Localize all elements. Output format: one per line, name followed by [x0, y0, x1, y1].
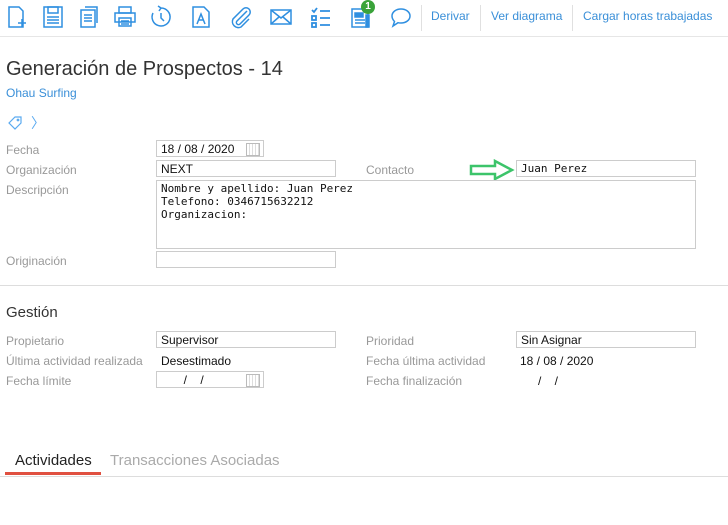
copy-icon[interactable] — [77, 5, 101, 29]
ultima-actividad-value: Desestimado — [161, 354, 232, 368]
section-divider — [0, 285, 728, 286]
ultima-actividad-label: Última actividad realizada — [6, 354, 143, 368]
propietario-label: Propietario — [6, 334, 65, 348]
prioridad-label: Prioridad — [366, 334, 415, 348]
comment-icon[interactable] — [389, 5, 413, 29]
fecha-label: Fecha — [6, 143, 40, 157]
derivar-link[interactable]: Derivar — [431, 9, 470, 23]
fecha-finalizacion-value: / / — [538, 374, 559, 388]
divider — [421, 5, 422, 31]
mail-icon[interactable] — [269, 5, 293, 29]
history-icon[interactable] — [149, 5, 173, 29]
fecha-value: 18 / 08 / 2020 — [161, 142, 235, 156]
toolbar-divider — [0, 36, 728, 37]
fecha-ultima-value: 18 / 08 / 2020 — [520, 354, 594, 368]
tag-icon[interactable] — [8, 116, 22, 130]
organizacion-input[interactable]: NEXT — [156, 160, 336, 177]
organization-link[interactable]: Ohau Surfing — [6, 86, 77, 100]
tab-transacciones-asociadas[interactable]: Transacciones Asociadas — [110, 452, 280, 469]
divider — [480, 5, 481, 31]
tab-actividades[interactable]: Actividades — [15, 452, 92, 469]
calendar-icon[interactable] — [246, 374, 260, 387]
cargar-horas-link[interactable]: Cargar horas trabajadas — [583, 9, 712, 23]
ver-diagrama-link[interactable]: Ver diagrama — [491, 9, 562, 23]
gestion-heading: Gestión — [6, 304, 58, 321]
page-title: Generación de Prospectos - 14 — [6, 58, 283, 80]
divider — [572, 5, 573, 31]
originacion-label: Originación — [6, 254, 67, 268]
descripcion-textarea[interactable]: Nombre y apellido: Juan Perez Telefono: … — [156, 180, 696, 249]
calendar-icon[interactable] — [246, 143, 260, 156]
document-a-icon[interactable] — [189, 5, 213, 29]
attach-icon[interactable] — [229, 5, 253, 29]
contacto-input[interactable]: Juan Perez — [516, 160, 696, 177]
active-tab-indicator — [5, 472, 101, 475]
chevron-right-icon[interactable]: 〉 — [31, 113, 45, 133]
fecha-ultima-label: Fecha última actividad — [366, 354, 486, 368]
tabs-divider — [0, 476, 728, 477]
contacto-label: Contacto — [366, 163, 415, 177]
originacion-input[interactable] — [156, 251, 336, 268]
arrow-annotation-icon — [469, 158, 515, 182]
save-icon[interactable] — [41, 5, 65, 29]
fecha-limite-value: / / — [177, 373, 204, 387]
notes-badge: 1 — [361, 0, 375, 14]
propietario-input[interactable]: Supervisor — [156, 331, 336, 348]
fecha-limite-label: Fecha límite — [6, 374, 72, 388]
new-document-icon[interactable] — [6, 5, 30, 29]
descripcion-label: Descripción — [6, 183, 69, 197]
fecha-limite-input[interactable]: / / — [156, 371, 264, 388]
prioridad-input[interactable]: Sin Asignar — [516, 331, 696, 348]
organizacion-label: Organización — [6, 163, 77, 177]
fecha-input[interactable]: 18 / 08 / 2020 — [156, 140, 264, 157]
checklist-icon[interactable] — [309, 5, 333, 29]
fecha-finalizacion-label: Fecha finalización — [366, 374, 463, 388]
print-icon[interactable] — [113, 5, 137, 29]
